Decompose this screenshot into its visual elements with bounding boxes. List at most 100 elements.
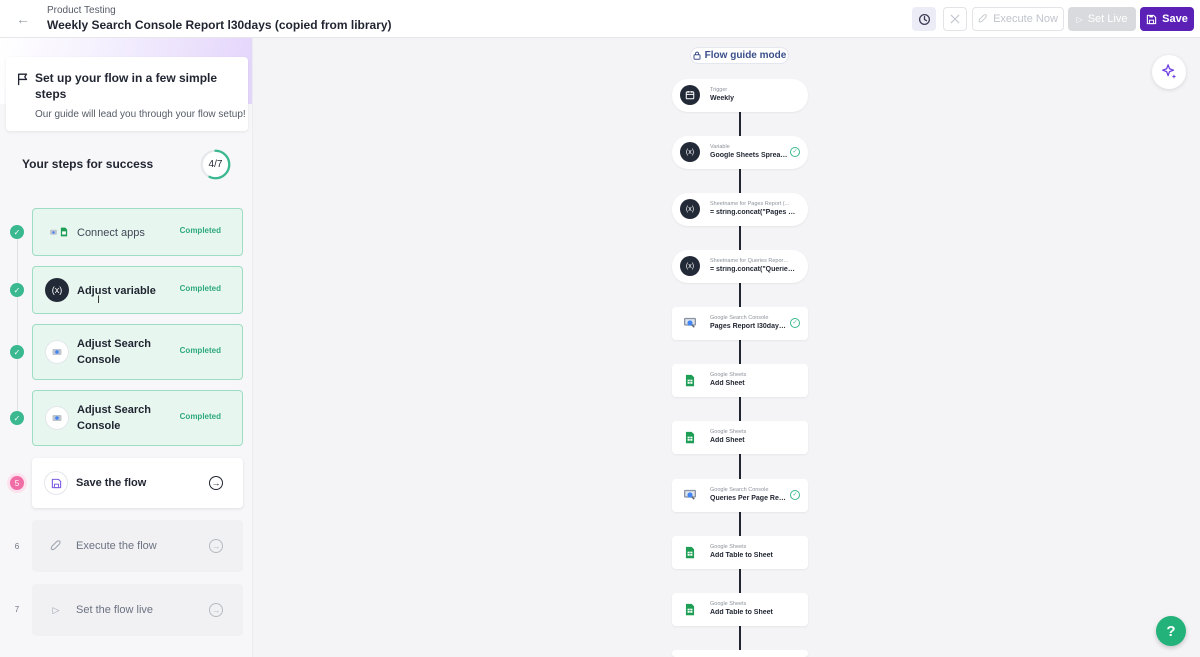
flow-guide-panel: Set up your flow in a few simple steps O… — [0, 38, 253, 657]
node-type: Google Sheets — [710, 372, 747, 378]
floppy-disk-icon — [1146, 14, 1157, 24]
search-console-icon — [49, 229, 57, 235]
play-icon: ▷ — [52, 604, 60, 615]
node-type: Variable — [710, 144, 730, 150]
step-adjust-variable[interactable]: (x) Adjust variable Completed — [32, 266, 243, 314]
flow-node-search-console[interactable]: Google Search Console Pages Report l30da… — [672, 307, 808, 340]
flow-node-google-sheets[interactable]: Google Sheets Add Sheet — [672, 421, 808, 454]
node-type: Google Search Console — [710, 487, 769, 493]
step-number: 7 — [14, 604, 20, 614]
step-number: 5 — [10, 476, 24, 490]
connector-line — [739, 282, 741, 307]
step-adjust-search-console-2[interactable]: Adjust Search Console Completed — [32, 390, 243, 446]
step-3-check-icon: ✓ — [10, 345, 24, 359]
step-label: Save the flow — [76, 477, 147, 489]
ai-assistant-button[interactable] — [1152, 55, 1186, 89]
flow-title[interactable]: Weekly Search Console Report l30days (co… — [47, 18, 392, 32]
set-live-button[interactable]: ▷ Set Live — [1068, 7, 1136, 31]
step-number: 6 — [14, 541, 20, 551]
node-type: Google Sheets — [710, 601, 747, 607]
node-type: Sheetname for Queries Report ... — [710, 258, 790, 264]
variable-icon: (x) — [680, 199, 700, 219]
rocket-icon — [44, 534, 68, 558]
google-sheets-icon — [60, 227, 67, 237]
step-label: Connect apps — [77, 227, 145, 239]
node-title: = string.concat("Queries ",... — [710, 266, 798, 273]
save-button[interactable]: Save — [1140, 7, 1194, 31]
arrow-right-icon: → — [209, 539, 223, 553]
steps-connector — [17, 234, 18, 424]
arrow-right-icon: → — [209, 476, 223, 490]
flow-node-variable[interactable]: (x) Sheetname for Pages Report (... = st… — [672, 193, 808, 226]
back-arrow-icon[interactable]: ← — [14, 10, 32, 28]
search-console-icon — [45, 340, 69, 364]
floppy-disk-icon — [44, 471, 68, 495]
guide-intro-card: Set up your flow in a few simple steps O… — [6, 57, 248, 131]
flow-node-partial[interactable] — [672, 650, 808, 657]
text-cursor-icon: I — [97, 294, 101, 306]
step-adjust-search-console-1[interactable]: Adjust Search Console Completed — [32, 324, 243, 380]
calendar-icon — [680, 85, 700, 105]
connector-line — [739, 111, 741, 136]
google-sheets-icon — [680, 427, 700, 447]
flow-guide-mode-label: Flow guide mode — [704, 50, 787, 61]
connector-line — [739, 397, 741, 421]
step-status: Completed — [179, 346, 221, 355]
node-title: Google Sheets Spread... — [710, 152, 788, 159]
node-title: Add Table to Sheet — [710, 552, 773, 559]
step-2-check-icon: ✓ — [10, 283, 24, 297]
flow-node-variable[interactable]: (x) Variable Google Sheets Spread... ✓ — [672, 136, 808, 169]
flow-node-google-sheets[interactable]: Google Sheets Add Table to Sheet — [672, 593, 808, 626]
node-title: Add Table to Sheet — [710, 609, 773, 616]
set-live-label: Set Live — [1087, 13, 1128, 25]
step-status: Completed — [179, 284, 221, 293]
steps-heading: Your steps for success — [22, 157, 154, 171]
google-sheets-icon — [680, 599, 700, 619]
connector-line — [739, 225, 741, 250]
execute-now-button[interactable]: Execute Now — [972, 7, 1064, 31]
execute-now-label: Execute Now — [993, 13, 1058, 25]
project-name: Product Testing — [47, 5, 116, 16]
top-bar: ← Product Testing Weekly Search Console … — [0, 0, 1200, 38]
flow-node-search-console[interactable]: Google Search Console Queries Per Page R… — [672, 479, 808, 512]
node-title: = string.concat("Pages ", d... — [710, 209, 798, 216]
step-connect-apps[interactable]: Connect apps Completed — [32, 208, 243, 256]
step-label: Adjust Search Console — [77, 338, 151, 366]
connector-line — [739, 168, 741, 193]
google-sheets-icon — [680, 542, 700, 562]
step-label: Adjust variable — [77, 285, 156, 297]
history-button[interactable] — [912, 7, 936, 31]
search-console-icon — [680, 313, 700, 333]
step-save-flow[interactable]: Save the flow → — [32, 458, 243, 508]
play-icon: ▷ — [1076, 14, 1083, 24]
step-execute-flow[interactable]: Execute the flow → — [32, 520, 243, 572]
node-type: Google Sheets — [710, 544, 747, 550]
step-set-flow-live[interactable]: ▷ Set the flow live → — [32, 584, 243, 636]
flow-node-google-sheets[interactable]: Google Sheets Add Table to Sheet — [672, 536, 808, 569]
disable-button[interactable] — [943, 7, 967, 31]
flow-node-trigger[interactable]: Trigger Weekly — [672, 79, 808, 112]
help-button[interactable]: ? — [1156, 616, 1186, 646]
node-title: Weekly — [710, 95, 734, 102]
tools-off-icon — [950, 14, 960, 24]
step-label: Execute the flow — [76, 540, 157, 552]
check-circle-icon: ✓ — [790, 490, 800, 500]
search-console-icon — [45, 406, 69, 430]
search-console-icon — [680, 485, 700, 505]
flow-node-variable[interactable]: (x) Sheetname for Queries Report ... = s… — [672, 250, 808, 283]
node-type: Google Sheets — [710, 429, 747, 435]
progress-count: 4/7 — [208, 159, 223, 170]
node-type: Trigger — [710, 87, 728, 93]
variable-icon: (x) — [680, 142, 700, 162]
connector-line — [739, 340, 741, 364]
step-status: Completed — [179, 412, 221, 421]
guide-title: Set up your flow in a few simple steps — [35, 71, 218, 101]
arrow-right-icon: → — [209, 603, 223, 617]
flow-node-google-sheets[interactable]: Google Sheets Add Sheet — [672, 364, 808, 397]
variable-icon: (x) — [680, 256, 700, 276]
step-label: Adjust Search Console — [77, 404, 151, 432]
check-circle-icon: ✓ — [790, 147, 800, 157]
app-icons — [45, 220, 71, 244]
node-title: Add Sheet — [710, 380, 745, 387]
step-label: Set the flow live — [76, 604, 154, 616]
